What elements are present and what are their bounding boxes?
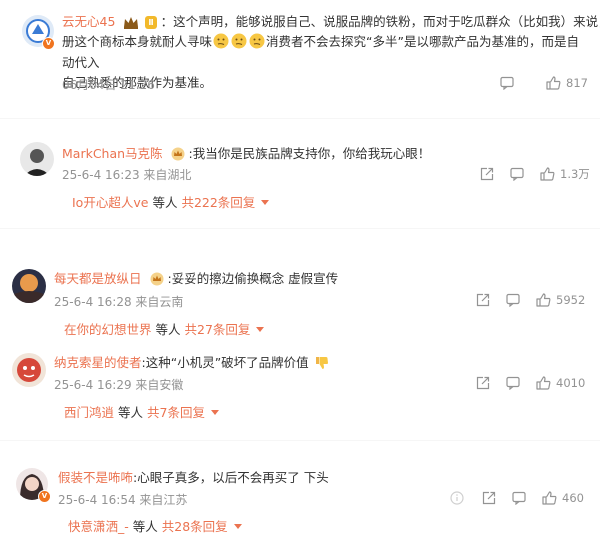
like-count: 4010 <box>556 376 586 390</box>
comment-button[interactable] <box>500 76 514 90</box>
comment-timestamp: 25-6-4 16:23 来自湖北 <box>62 168 192 182</box>
comment-button[interactable] <box>506 293 520 307</box>
reply-label: 等人 <box>132 519 158 534</box>
reply-summary[interactable]: 在你的幻想世界 等人 共27条回复 <box>64 319 265 338</box>
share-button[interactable] <box>480 167 494 181</box>
thinking-emoji-icon <box>213 33 229 49</box>
comment-timestamp: 25-6-4 16:54 来自江苏 <box>58 493 188 507</box>
like-count: 460 <box>562 491 584 505</box>
crown-avatar-badge-icon <box>150 272 163 286</box>
avatar[interactable] <box>12 353 46 387</box>
reply-label: 等人 <box>155 322 181 337</box>
like-button[interactable]: 5952 <box>536 293 585 307</box>
reply-count[interactable]: 共28条回复 <box>162 516 228 535</box>
thumbs-down-emoji-icon <box>315 357 328 369</box>
verified-badge-icon: V <box>42 37 55 50</box>
chevron-down-icon[interactable] <box>261 200 270 205</box>
comment-text: :心眼子真多，以后不会再买了 下头 <box>133 470 329 485</box>
like-count: 5952 <box>556 293 586 307</box>
username[interactable]: 每天都是放纵日 <box>54 271 142 286</box>
username[interactable]: 假装不是咘咘 <box>58 470 133 485</box>
reply-summary[interactable]: Io开心超人ve 等人 共222条回复 <box>72 192 270 211</box>
crown-icon <box>124 17 139 29</box>
divider <box>0 118 600 119</box>
comment-timestamp: 06月04日 21:26 <box>62 78 155 92</box>
share-icon <box>480 167 494 181</box>
comment-item: V 云无心45 Ⅱ ：这个声明，能够说服自己、说服品牌的铁粉，而对于吃瓜群众（比… <box>0 0 600 100</box>
comment-icon <box>500 76 514 90</box>
comment-timestamp: 25-6-4 16:28 来自云南 <box>54 295 184 309</box>
reply-summary[interactable]: 快意潇洒_- 等人 共28条回复 <box>68 516 242 535</box>
username[interactable]: MarkChan马克陈 <box>62 146 163 161</box>
avatar[interactable] <box>12 269 46 303</box>
username[interactable]: 纳克索星的使者 <box>54 355 142 370</box>
chevron-down-icon[interactable] <box>256 327 265 332</box>
comment-button[interactable] <box>512 491 526 505</box>
share-button[interactable] <box>476 376 490 390</box>
comment-text: ：这个声明，能够说服自己、说服品牌的铁粉，而对于吃瓜群众（比如我）来说，注 <box>160 14 600 29</box>
chevron-down-icon[interactable] <box>210 410 219 415</box>
thumbs-up-icon <box>546 76 561 90</box>
divider <box>0 228 600 229</box>
reply-username[interactable]: Io开心超人ve <box>72 192 148 211</box>
like-button[interactable]: 460 <box>542 491 584 505</box>
username[interactable]: 云无心45 <box>62 14 115 29</box>
level-badge: Ⅱ <box>145 16 157 29</box>
like-button[interactable]: 1.3万 <box>540 166 590 182</box>
thumbs-up-icon <box>540 167 555 181</box>
reply-count[interactable]: 共7条回复 <box>147 402 205 421</box>
avatar[interactable] <box>20 142 54 176</box>
crown-avatar-badge-icon <box>171 147 185 161</box>
reply-username[interactable]: 西门鸿逍 <box>64 402 114 421</box>
reply-label: 等人 <box>152 195 178 210</box>
share-button[interactable] <box>476 293 490 307</box>
verified-badge-icon: V <box>38 490 51 503</box>
comment-text: :这种“小机灵”破坏了品牌价值 <box>141 355 309 370</box>
thumbs-up-icon <box>536 293 551 307</box>
comment-icon <box>512 491 526 505</box>
divider <box>0 440 600 441</box>
avatar-image <box>12 353 46 387</box>
more-button[interactable] <box>450 491 464 505</box>
comment-text: 册这个商标本身就耐人寻味 <box>62 34 213 49</box>
share-icon <box>476 376 490 390</box>
reply-username[interactable]: 快意潇洒_- <box>68 516 129 535</box>
share-icon <box>476 293 490 307</box>
like-count: 817 <box>566 76 588 90</box>
reply-count[interactable]: 共27条回复 <box>185 319 251 338</box>
info-circle-icon <box>450 491 464 505</box>
comment-icon <box>506 293 520 307</box>
reply-username[interactable]: 在你的幻想世界 <box>64 319 152 338</box>
comment-button[interactable] <box>506 376 520 390</box>
chevron-down-icon[interactable] <box>233 524 242 529</box>
thinking-emoji-icon <box>231 33 247 49</box>
comment-icon <box>506 376 520 390</box>
comment-icon <box>510 167 524 181</box>
comment-text: :我当你是民族品牌支持你，你给我玩心眼！ <box>188 146 431 161</box>
reply-summary[interactable]: 西门鸿逍 等人 共7条回复 <box>64 402 219 421</box>
thumbs-up-icon <box>536 376 551 390</box>
share-button[interactable] <box>482 491 496 505</box>
thumbs-up-icon <box>542 491 557 505</box>
comment-timestamp: 25-6-4 16:29 来自安徽 <box>54 378 184 392</box>
comment-text: :妥妥的擦边偷换概念 虚假宣传 <box>167 271 339 286</box>
reply-label: 等人 <box>118 405 144 420</box>
like-button[interactable]: 817 <box>546 76 588 90</box>
thinking-emoji-icon <box>249 33 265 49</box>
share-icon <box>482 491 496 505</box>
avatar-image <box>20 142 54 176</box>
like-count: 1.3万 <box>560 167 590 181</box>
reply-count[interactable]: 共222条回复 <box>181 192 255 211</box>
like-button[interactable]: 4010 <box>536 376 585 390</box>
comment-button[interactable] <box>510 167 524 181</box>
avatar-image <box>12 269 46 303</box>
